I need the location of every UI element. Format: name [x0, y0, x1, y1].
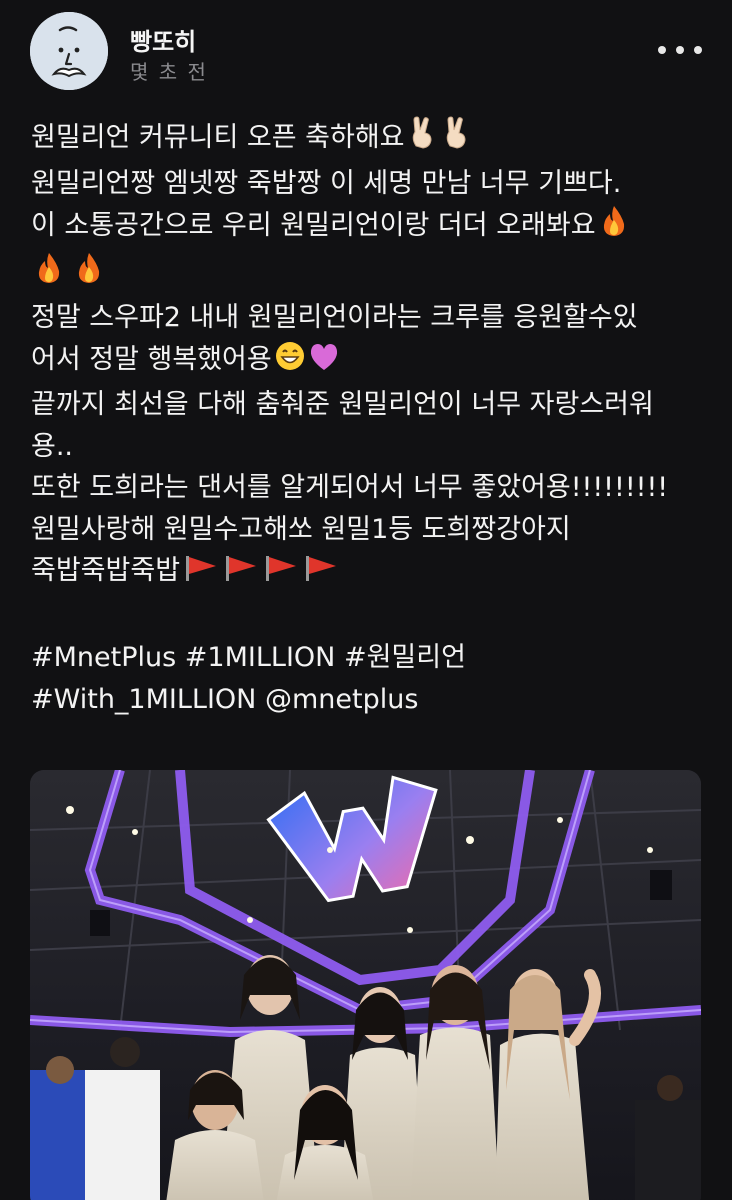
post-text: 원밀사랑해 원밀수고해쏘 원밀1등 도희짱강아지 [31, 513, 571, 545]
fire-icon [33, 251, 65, 298]
thread-post: 빵또히 몇 초 전 원밀리언 커뮤니티 오픈 축하해요 원밀리언짱 엠넷짱 죽밥… [0, 0, 732, 1200]
more-options-button[interactable] [658, 36, 702, 64]
hashtag-line: #MnetPlus #1MILLION #원밀리언 [31, 637, 711, 679]
more-horizontal-icon [676, 46, 684, 54]
post-line: 정말 스우파2 내내 원밀리언이라는 크루를 응원할수있 [31, 297, 711, 339]
post-line: 원밀사랑해 원밀수고해쏘 원밀1등 도희짱강아지 [31, 509, 711, 551]
post-text: 이 소통공간으로 우리 원밀리언이랑 더더 오래봐요 [31, 210, 596, 241]
post-line: 용.. [31, 426, 711, 468]
post-text: 용.. [31, 430, 74, 462]
hashtag-link[interactable]: #With_1MILLION [31, 684, 256, 715]
purple-heart-icon [308, 342, 340, 385]
post-line: 죽밥죽밥죽밥 [31, 550, 711, 596]
post-body: 원밀리언 커뮤니티 오픈 축하해요 원밀리언짱 엠넷짱 죽밥짱 이 세명 만남 … [31, 116, 711, 720]
more-horizontal-icon [694, 46, 702, 54]
post-text: 끝까지 최선을 다해 춤춰준 원밀리언이 너무 자랑스러워 [31, 389, 654, 420]
author-name[interactable]: 빵또히 [130, 22, 196, 57]
mustache-face-avatar-icon[interactable] [30, 12, 108, 90]
post-line: 끝까지 최선을 다해 춤춰준 원밀리언이 너무 자랑스러워 [31, 384, 711, 426]
fire-icon [598, 204, 630, 251]
post-text: 정말 스우파2 내내 원밀리언이라는 크루를 응원할수있 [31, 302, 638, 333]
stage-group-photo [30, 770, 701, 1200]
more-horizontal-icon [658, 46, 666, 54]
post-photo[interactable] [30, 770, 701, 1200]
victory-hand-icon [441, 116, 473, 163]
hashtag-link[interactable]: #MnetPlus [31, 642, 176, 673]
post-line: 또한 도희라는 댄서를 알게되어서 너무 좋았어용!!!!!!!!! [31, 467, 711, 509]
post-line: 원밀리언 커뮤니티 오픈 축하해요 [31, 116, 711, 163]
red-flag-icon [262, 553, 300, 596]
post-text: 원밀리언짱 엠넷짱 죽밥짱 이 세명 만남 너무 기쁘다. [31, 167, 622, 199]
mention-link[interactable]: @mnetplus [265, 684, 418, 715]
post-line [31, 251, 711, 298]
post-text: 원밀리언 커뮤니티 오픈 축하해요 [31, 122, 405, 153]
fire-icon [73, 251, 105, 298]
post-text: 어서 정말 행복했어용 [31, 343, 272, 375]
red-flag-icon [182, 553, 220, 596]
grinning-face-icon [274, 340, 306, 385]
post-timestamp: 몇 초 전 [130, 60, 208, 84]
hashtag-link[interactable]: #원밀리언 [344, 642, 466, 673]
post-text: 죽밥죽밥죽밥 [31, 555, 181, 586]
post-line: 이 소통공간으로 우리 원밀리언이랑 더더 오래봐요 [31, 204, 711, 251]
hashtag-link[interactable]: #1MILLION [185, 642, 336, 673]
hashtag-line: #With_1MILLION @mnetplus [31, 679, 711, 721]
red-flag-icon [302, 553, 340, 596]
post-line: 어서 정말 행복했어용 [31, 339, 711, 385]
post-text: 또한 도희라는 댄서를 알게되어서 너무 좋았어용!!!!!!!!! [31, 472, 669, 503]
victory-hand-icon [407, 116, 439, 163]
red-flag-icon [222, 553, 260, 596]
post-line: 원밀리언짱 엠넷짱 죽밥짱 이 세명 만남 너무 기쁘다. [31, 163, 711, 205]
